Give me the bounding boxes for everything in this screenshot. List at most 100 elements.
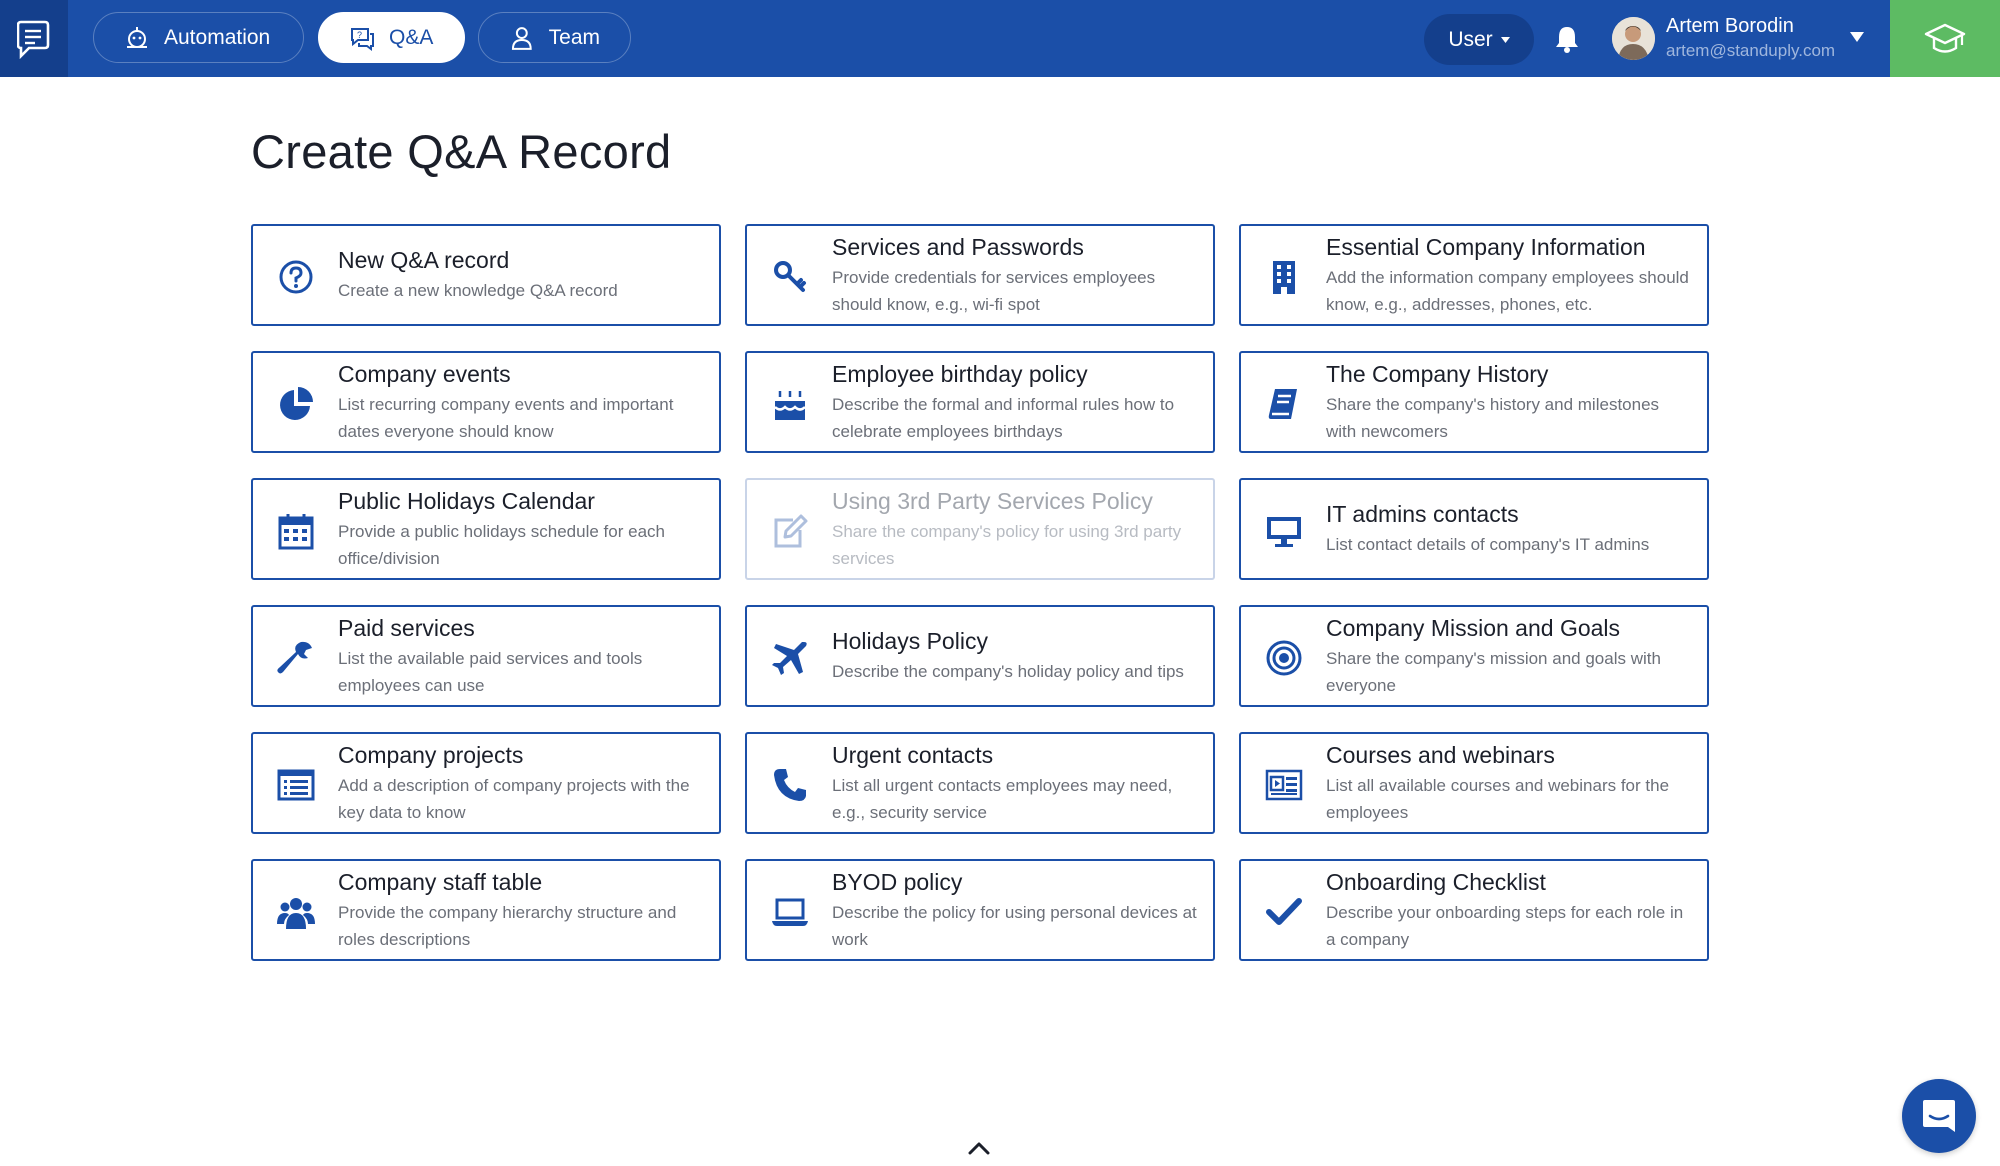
template-card-title: Company events [338, 360, 511, 387]
template-card-description: List recurring company events and import… [338, 394, 674, 441]
template-card-text: Company staff table Provide the company h… [338, 861, 705, 959]
target-icon [1265, 639, 1303, 677]
template-card-text: The Company History Share the company's h… [1326, 353, 1693, 451]
pie-chart-icon [277, 385, 315, 423]
book-icon [1265, 385, 1303, 423]
template-card-description: Describe the policy for using personal d… [832, 902, 1197, 949]
template-card-text: BYOD policy Describe the policy for using… [832, 861, 1199, 959]
template-card-text: Holidays Policy Describe the company's ho… [832, 607, 1199, 705]
template-card-title: IT admins contacts [1326, 501, 1519, 527]
template-card[interactable]: The Company History Share the company's h… [1239, 351, 1709, 453]
template-card[interactable]: Employee birthday policy Describe the for… [745, 351, 1215, 453]
nav-tab-label: Automation [164, 25, 271, 49]
template-card-title: Holidays Policy [832, 628, 988, 654]
chat-question-icon: ? [351, 27, 374, 51]
template-card-title: Public Holidays Calendar [338, 487, 595, 514]
page-title: Create Q&A Record [251, 125, 672, 178]
key-icon [771, 258, 809, 296]
template-card-title: Onboarding Checklist [1326, 868, 1546, 895]
role-select[interactable]: User [1424, 14, 1534, 65]
template-card-description: Provide a public holidays schedule for e… [338, 521, 665, 568]
robot-icon [127, 26, 147, 48]
template-card-title: New Q&A record [338, 247, 510, 273]
template-card-description: List the available paid services and too… [338, 648, 643, 695]
template-card[interactable]: IT admins contacts List contact details o… [1239, 478, 1709, 580]
template-card-description: List contact details of company's IT adm… [1326, 535, 1650, 554]
template-card-text: Urgent contacts List all urgent contacts … [832, 734, 1199, 832]
user-menu-caret-icon[interactable] [1850, 32, 1864, 42]
list-icon [277, 766, 315, 804]
template-card[interactable]: Courses and webinars List all available c… [1239, 732, 1709, 834]
template-card-text: Using 3rd Party Services Policy Share the… [832, 480, 1199, 578]
graduation-cap-icon [1924, 23, 1966, 53]
template-card-description: Share the company's mission and goals wi… [1326, 648, 1661, 695]
template-card[interactable]: Onboarding Checklist Describe your onboar… [1239, 859, 1709, 961]
template-card-text: Company events List recurring company eve… [338, 353, 705, 451]
template-card-description: List all available courses and webinars … [1326, 775, 1670, 822]
template-card-text: Public Holidays Calendar Provide a public… [338, 480, 705, 578]
phone-icon [771, 766, 809, 804]
nav-tab-qa[interactable]: ? Q&A [318, 12, 465, 63]
support-chat-button[interactable] [1902, 1079, 1976, 1153]
scroll-up-chevron-icon[interactable] [968, 1140, 990, 1156]
template-card[interactable]: Essential Company Information Add the inf… [1239, 224, 1709, 326]
template-card-text: Essential Company Information Add the inf… [1326, 226, 1693, 324]
user-name: Artem Borodin [1666, 15, 1794, 37]
caret-down-icon [1500, 36, 1510, 43]
learning-center-button[interactable] [1890, 0, 2000, 77]
nav-tab-automation[interactable]: Automation [93, 12, 304, 63]
laptop-icon [771, 893, 809, 931]
nav-tab-label: Q&A [389, 25, 434, 49]
template-card-title: Essential Company Information [1326, 233, 1646, 260]
question-circle-icon [277, 258, 315, 296]
template-card[interactable]: Urgent contacts List all urgent contacts … [745, 732, 1215, 834]
role-select-value: User [1448, 27, 1493, 51]
template-card[interactable]: Company Mission and Goals Share the compa… [1239, 605, 1709, 707]
template-card-description: Share the company's policy for using 3rd… [832, 521, 1182, 568]
template-card-text: Employee birthday policy Describe the for… [832, 353, 1199, 451]
template-card-description: Provide credentials for services employe… [832, 267, 1156, 314]
video-list-icon [1265, 766, 1303, 804]
template-card[interactable]: New Q&A record Create a new knowledge Q&A… [251, 224, 721, 326]
avatar[interactable] [1612, 17, 1655, 60]
template-card-text: New Q&A record Create a new knowledge Q&A… [338, 226, 705, 324]
chat-logo-icon [17, 20, 50, 59]
top-navigation-bar: Automation ? Q&A Team User Artem Borodin [0, 0, 2000, 77]
template-card[interactable]: Company events List recurring company eve… [251, 351, 721, 453]
template-card[interactable]: Holidays Policy Describe the company's ho… [745, 605, 1215, 707]
template-card-text: Company projects Add a description of com… [338, 734, 705, 832]
person-icon [511, 26, 532, 50]
template-card[interactable]: BYOD policy Describe the policy for using… [745, 859, 1215, 961]
template-card-title: Courses and webinars [1326, 741, 1555, 768]
template-card[interactable]: Services and Passwords Provide credential… [745, 224, 1215, 326]
chat-bubble-icon [1923, 1100, 1955, 1132]
template-card-title: The Company History [1326, 360, 1549, 387]
template-card-title: Company projects [338, 741, 524, 768]
template-card-text: IT admins contacts List contact details o… [1326, 480, 1693, 578]
birthday-cake-icon [771, 385, 809, 423]
bell-icon[interactable] [1553, 24, 1581, 54]
nav-tab-label: Team [548, 25, 600, 49]
user-photo-icon [1612, 17, 1655, 60]
app-logo[interactable] [0, 0, 68, 77]
nav-tab-team[interactable]: Team [478, 12, 631, 63]
template-card-description: Provide the company hierarchy structure … [338, 902, 677, 949]
template-card[interactable]: Public Holidays Calendar Provide a public… [251, 478, 721, 580]
template-card-text: Company Mission and Goals Share the compa… [1326, 607, 1693, 705]
template-card[interactable]: Using 3rd Party Services Policy Share the… [745, 478, 1215, 580]
template-card-description: Describe the formal and informal rules h… [832, 394, 1175, 441]
template-card-title: Company staff table [338, 868, 543, 895]
template-card-grid: New Q&A record Create a new knowledge Q&A… [251, 224, 1709, 961]
template-card[interactable]: Company staff table Provide the company h… [251, 859, 721, 961]
template-card[interactable]: Paid services List the available paid ser… [251, 605, 721, 707]
wrench-icon [277, 639, 315, 677]
template-card-description: Create a new knowledge Q&A record [338, 281, 618, 300]
template-card-title: BYOD policy [832, 868, 963, 895]
template-card[interactable]: Company projects Add a description of com… [251, 732, 721, 834]
building-icon [1265, 258, 1303, 296]
template-card-title: Services and Passwords [832, 233, 1084, 260]
template-card-text: Paid services List the available paid ser… [338, 607, 705, 705]
template-card-title: Urgent contacts [832, 741, 994, 768]
checkmark-icon [1265, 893, 1303, 931]
edit-icon [771, 512, 809, 550]
